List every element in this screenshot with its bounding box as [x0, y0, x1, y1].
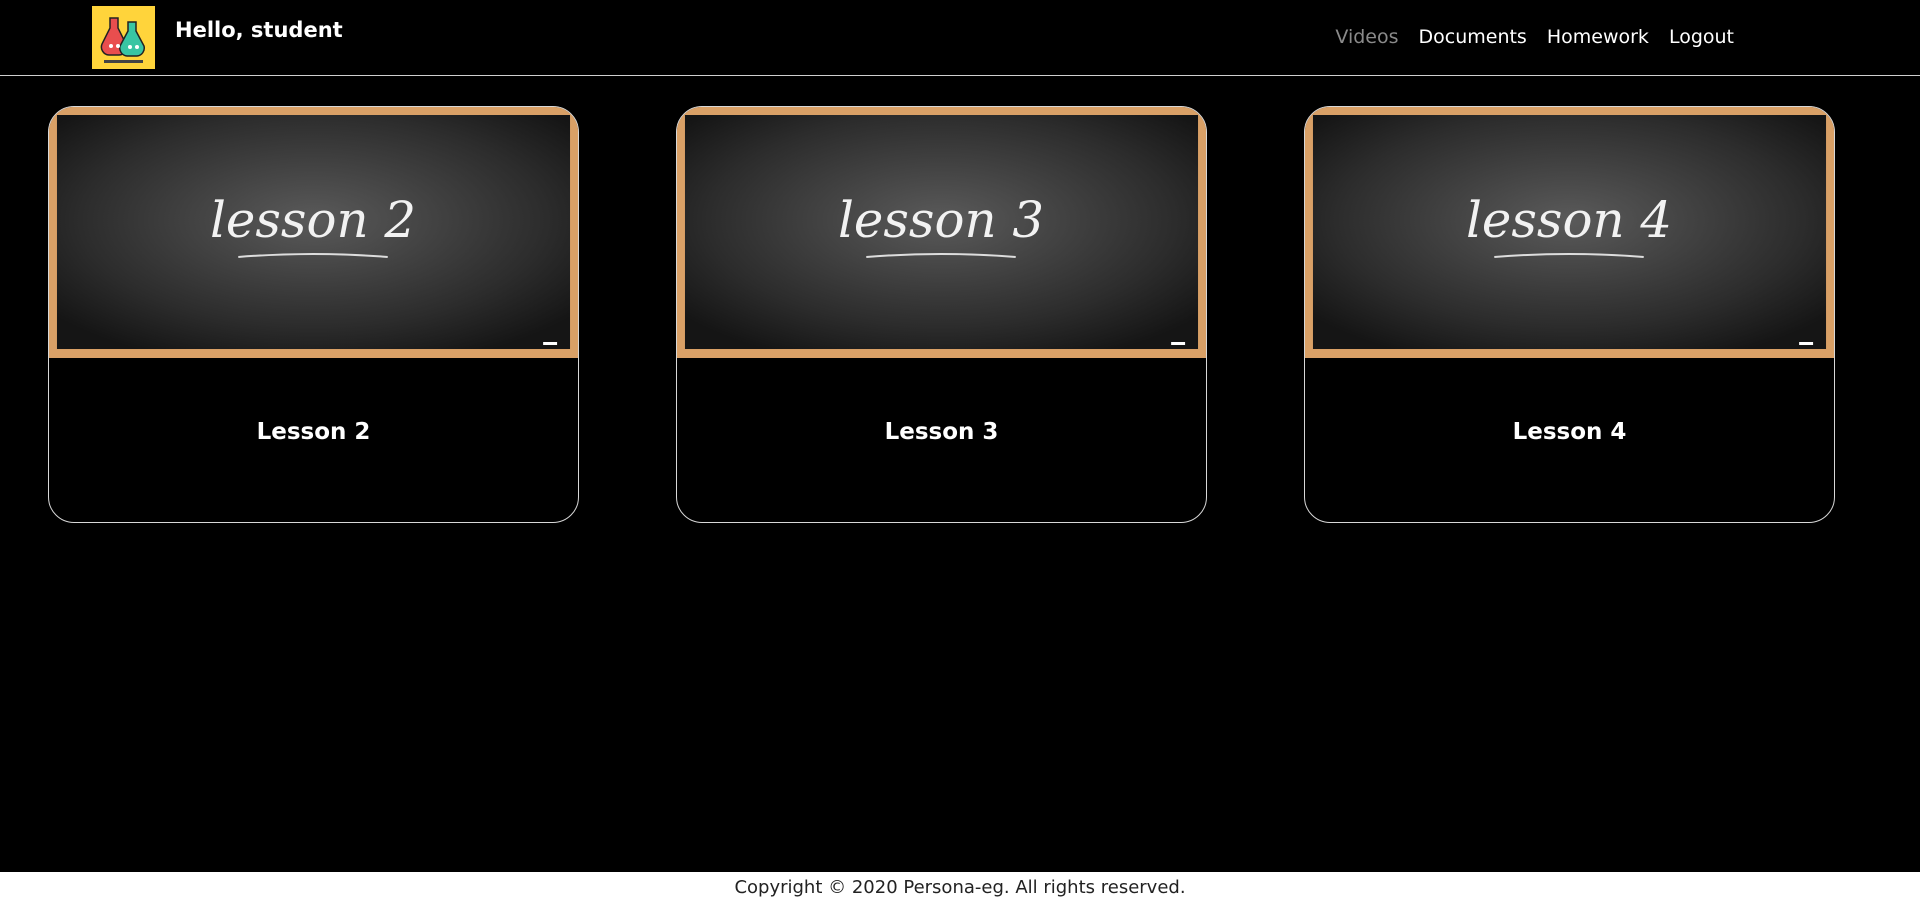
- lesson-card[interactable]: lesson 3 Lesson 3: [676, 106, 1207, 523]
- chalkboard-image: lesson 3: [677, 107, 1206, 358]
- lesson-thumbnail[interactable]: lesson 2: [49, 107, 578, 358]
- lesson-cards: lesson 2 Lesson 2 lesson 3 Lesson 3 less…: [0, 106, 1920, 526]
- lesson-thumbnail[interactable]: lesson 4: [1305, 107, 1834, 358]
- thumbnail-text: lesson 4: [1466, 191, 1672, 249]
- thumbnail-text: lesson 2: [210, 191, 416, 249]
- lesson-card[interactable]: lesson 2 Lesson 2: [48, 106, 579, 523]
- main-nav: Videos Documents Homework Logout: [1335, 26, 1734, 48]
- nav-homework[interactable]: Homework: [1547, 26, 1649, 48]
- chalkboard-image: lesson 4: [1305, 107, 1834, 358]
- lesson-title[interactable]: Lesson 2: [49, 419, 578, 445]
- lesson-title[interactable]: Lesson 3: [677, 419, 1206, 445]
- greeting-text: Hello, student: [175, 18, 343, 42]
- copyright-text: Copyright © 2020 Persona-eg. All rights …: [734, 877, 1186, 898]
- nav-videos[interactable]: Videos: [1335, 26, 1398, 48]
- thumbnail-text: lesson 3: [838, 191, 1044, 249]
- flask-characters-logo-icon: [92, 6, 155, 69]
- lesson-thumbnail[interactable]: lesson 3: [677, 107, 1206, 358]
- chalkboard-image: lesson 2: [49, 107, 578, 358]
- nav-logout[interactable]: Logout: [1669, 26, 1734, 48]
- top-navbar: Hello, student Videos Documents Homework…: [0, 0, 1920, 76]
- lesson-title[interactable]: Lesson 4: [1305, 419, 1834, 445]
- page-footer: Copyright © 2020 Persona-eg. All rights …: [0, 872, 1920, 902]
- nav-documents[interactable]: Documents: [1419, 26, 1527, 48]
- lesson-card[interactable]: lesson 4 Lesson 4: [1304, 106, 1835, 523]
- site-logo[interactable]: [92, 6, 155, 69]
